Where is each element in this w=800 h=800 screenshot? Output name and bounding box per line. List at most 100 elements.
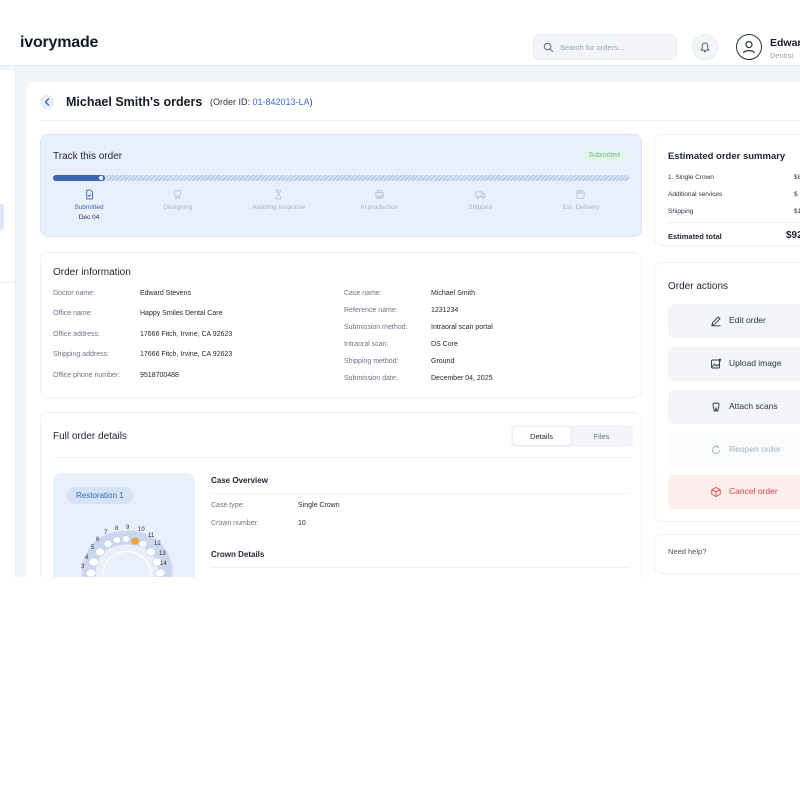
info-key: Office address: xyxy=(53,331,100,338)
summary-total-label: Estimated total xyxy=(668,232,722,241)
info-value: 17666 Fitch, Irvine, CA 92623 xyxy=(140,331,232,338)
button-label: Upload image xyxy=(729,358,781,368)
order-actions-card: Order actions Edit order Upload image At… xyxy=(654,262,800,522)
info-value: Ground xyxy=(431,358,454,365)
info-value: Michael Smith xyxy=(431,290,475,297)
order-id-value[interactable]: 01-842013-LA xyxy=(253,97,310,107)
info-key: Case name: xyxy=(344,290,382,297)
need-help-link[interactable]: Need help? xyxy=(668,547,706,556)
button-label: Cancel order xyxy=(729,486,778,496)
info-value: 17666 Fitch, Irvine, CA 92623 xyxy=(140,351,232,358)
search-input[interactable] xyxy=(560,43,670,52)
crown-details-divider xyxy=(211,567,629,568)
details-divider xyxy=(53,457,631,458)
tooth[interactable] xyxy=(89,558,99,566)
info-key: Office name: xyxy=(53,310,93,317)
cancel-box-icon xyxy=(710,486,722,498)
cancel-order-button[interactable]: Cancel order xyxy=(668,475,800,509)
sidebar-active-indicator[interactable] xyxy=(0,204,4,230)
notifications-button[interactable] xyxy=(692,34,718,60)
tab-details[interactable]: Details xyxy=(513,427,570,445)
summary-row-value: $ xyxy=(794,191,798,198)
info-value: 9518700488 xyxy=(140,372,179,379)
tooth[interactable] xyxy=(96,548,105,556)
tooth[interactable] xyxy=(122,536,129,543)
document-icon xyxy=(84,189,95,200)
tooth[interactable] xyxy=(86,569,96,577)
details-tabs: Details Files xyxy=(511,425,633,447)
button-label: Reopen order xyxy=(729,444,781,454)
summary-row-label: 1. Single Crown xyxy=(668,174,714,181)
button-label: Edit order xyxy=(729,315,766,325)
tooth[interactable] xyxy=(147,548,156,556)
refresh-icon xyxy=(710,444,722,456)
scan-icon xyxy=(710,401,722,413)
step-in-production: In production xyxy=(331,189,427,229)
tooth-chart[interactable]: 5 6 7 8 9 10 11 12 13 14 4 3 xyxy=(53,473,195,577)
info-value: Edward Stevens xyxy=(140,290,191,297)
order-details-title: Full order details xyxy=(53,431,127,442)
tooth[interactable] xyxy=(113,537,120,544)
info-key: Reference name: xyxy=(344,307,398,314)
step-date: Dec 04 xyxy=(53,214,125,221)
order-actions-title: Order actions xyxy=(668,281,728,292)
user-role: Dentist xyxy=(770,51,793,60)
crown-number-key: Crown number: xyxy=(211,520,259,527)
order-id-close-paren: ) xyxy=(310,97,313,107)
info-value: 1231234 xyxy=(431,307,458,314)
tooth-chart-panel: Restoration 1 5 xyxy=(53,473,195,577)
track-title: Track this order xyxy=(53,151,122,162)
tooth-number: 12 xyxy=(154,541,161,547)
tooth-number: 13 xyxy=(159,551,166,557)
step-label: Shipped xyxy=(432,204,528,211)
selected-tooth[interactable] xyxy=(131,537,139,544)
progress-steps: Submitted Dec 04 Designing Awaiting resp… xyxy=(53,189,629,229)
top-bar: ivorymade Edward Dentist xyxy=(0,0,800,66)
crown-number-value: 10 xyxy=(298,520,306,527)
summary-row-label: Additional services xyxy=(668,191,722,198)
attach-scans-button[interactable]: Attach scans xyxy=(668,390,800,424)
printer-icon xyxy=(374,189,385,200)
search-box[interactable] xyxy=(533,34,677,60)
step-label: Designing xyxy=(130,204,226,211)
status-badge: Submitted xyxy=(582,150,626,161)
case-overview-title: Case Overview xyxy=(211,476,268,485)
step-label: Awaiting response xyxy=(231,204,327,211)
user-name[interactable]: Edward xyxy=(770,37,800,49)
case-type-value: Single Crown xyxy=(298,502,340,509)
reopen-order-button[interactable]: Reopen order xyxy=(668,433,800,467)
case-type-key: Case type: xyxy=(211,502,244,509)
tooth-number: 11 xyxy=(148,533,155,539)
search-icon xyxy=(543,42,554,53)
progress-bar-fill xyxy=(53,175,105,181)
info-key: Shipping address: xyxy=(53,351,109,358)
info-value: Happy Smiles Dental Care xyxy=(140,310,222,317)
progress-bar xyxy=(53,175,629,181)
image-upload-icon xyxy=(710,358,722,370)
logo[interactable]: ivorymade xyxy=(20,34,98,52)
case-overview-divider xyxy=(211,493,629,494)
app-window: ivorymade Edward Dentist xyxy=(0,0,800,577)
info-key: Office phone number: xyxy=(53,372,120,379)
step-designing: Designing xyxy=(130,189,226,229)
back-button[interactable] xyxy=(40,95,54,109)
avatar[interactable] xyxy=(736,34,762,60)
chevron-left-icon xyxy=(44,98,50,106)
tooth[interactable] xyxy=(155,569,165,577)
summary-title: Estimated order summary xyxy=(668,151,785,162)
tooth[interactable] xyxy=(139,540,147,547)
title-divider xyxy=(40,120,800,121)
upload-image-button[interactable]: Upload image xyxy=(668,347,800,381)
button-label: Attach scans xyxy=(729,401,778,411)
step-shipped: Shipped xyxy=(432,189,528,229)
tooth-number: 9 xyxy=(126,525,130,531)
tab-files[interactable]: Files xyxy=(573,427,630,445)
truck-icon xyxy=(475,189,486,200)
info-key: Submission method: xyxy=(344,324,407,331)
progress-bar-marker xyxy=(99,176,103,180)
box-icon xyxy=(575,189,586,200)
step-label: Est. Delivery xyxy=(533,204,629,211)
tooth[interactable] xyxy=(104,540,112,547)
edit-order-button[interactable]: Edit order xyxy=(668,304,800,338)
help-card: Need help? xyxy=(654,534,800,574)
